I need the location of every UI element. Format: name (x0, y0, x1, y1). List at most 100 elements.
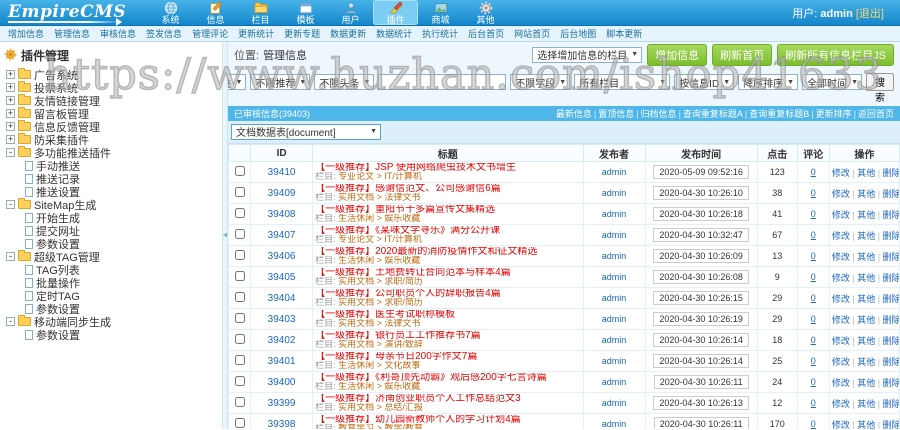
publisher-link[interactable]: admin (602, 272, 627, 282)
filter-select[interactable]: 按信息ID ▼ (674, 74, 735, 90)
category-link[interactable]: 生活休闲 > 娱乐收藏 (338, 256, 420, 265)
row-checkbox[interactable] (234, 228, 245, 239)
category-link[interactable]: 生活休闲 > 文化故事 (338, 361, 420, 370)
comments-link[interactable]: 0 (811, 398, 816, 408)
subnav-link[interactable]: 更新统计 (238, 27, 274, 40)
list-header-link[interactable]: 查询重复标题B (749, 109, 809, 119)
op-link-0[interactable]: 修改 (832, 252, 850, 262)
row-checkbox[interactable] (234, 270, 245, 281)
category-link[interactable]: 实用文档 > 演讲/致辞 (338, 340, 423, 349)
expand-icon[interactable]: + (6, 83, 15, 92)
info-title-link[interactable]: 【一级推荐】幼儿园新教师个人的学习计划4篇 (315, 415, 521, 424)
info-id-link[interactable]: 39398 (268, 419, 296, 430)
subnav-link[interactable]: 后台地图 (560, 27, 596, 40)
op-link-1[interactable]: 其他 (857, 420, 875, 430)
op-link-2[interactable]: 删除 (883, 336, 899, 346)
info-title-link[interactable]: 【一级推荐】济南创业职员个人工作总结范文3 (315, 394, 521, 403)
publisher-link[interactable]: admin (602, 293, 627, 303)
op-link-1[interactable]: 其他 (857, 315, 875, 325)
toolbar-button-2[interactable]: 刷新所有信息栏目JS (777, 43, 894, 66)
category-link[interactable]: 专业论文 > IT/计算机 (338, 172, 422, 181)
op-link-0[interactable]: 修改 (832, 399, 850, 409)
expand-icon[interactable]: + (6, 109, 15, 118)
toolbar-button-0[interactable]: 增加信息 (647, 43, 708, 66)
row-checkbox[interactable] (234, 375, 245, 386)
collapse-icon[interactable]: - (6, 317, 15, 326)
comments-link[interactable]: 0 (811, 188, 816, 198)
row-checkbox[interactable] (234, 396, 245, 407)
info-title-link[interactable]: 【一级推荐】银行员工工作推荐书7篇 (315, 331, 481, 340)
tree-leaf[interactable]: 批量操作 (0, 276, 222, 290)
info-id-link[interactable]: 39409 (268, 188, 296, 199)
info-id-link[interactable]: 39408 (268, 209, 296, 220)
subnav-link[interactable]: 更新专题 (284, 27, 320, 40)
op-link-2[interactable]: 删除 (883, 189, 899, 199)
info-title-link[interactable]: 【一级推荐】公司职员个人的辞职报告4篇 (315, 289, 501, 298)
op-link-1[interactable]: 其他 (857, 399, 875, 409)
tree-leaf[interactable]: 推送记录 (0, 172, 222, 186)
publisher-link[interactable]: admin (602, 188, 627, 198)
comments-link[interactable]: 0 (811, 272, 816, 282)
publisher-link[interactable]: admin (602, 251, 627, 261)
comments-link[interactable]: 0 (811, 167, 816, 177)
subnav-link[interactable]: 审核信息 (100, 27, 136, 40)
comments-link[interactable]: 0 (811, 377, 816, 387)
list-header-link[interactable]: 查询重复标题A (683, 109, 743, 119)
op-link-0[interactable]: 修改 (832, 189, 850, 199)
op-link-0[interactable]: 修改 (832, 273, 850, 283)
top-menu-plugin[interactable]: 插件 (373, 0, 418, 25)
comments-link[interactable]: 0 (811, 230, 816, 240)
filter-select[interactable]: 降序排序 ▼ (738, 74, 799, 90)
op-link-2[interactable]: 删除 (883, 399, 899, 409)
top-menu-mall[interactable]: 商城 (418, 0, 463, 25)
comments-link[interactable]: 0 (811, 251, 816, 261)
logout-link[interactable]: [退出] (856, 8, 884, 20)
category-link[interactable]: 生活休闲 > 娱乐收藏 (338, 214, 420, 223)
subnav-link[interactable]: 后台首页 (468, 27, 504, 40)
subnav-link[interactable]: 管理评论 (192, 27, 228, 40)
op-link-1[interactable]: 其他 (857, 252, 875, 262)
tree-node[interactable]: - SiteMap生成 (0, 198, 222, 212)
filter-select[interactable]: 不限头条 ▼ (314, 74, 375, 90)
info-id-link[interactable]: 39404 (268, 293, 296, 304)
info-title-link[interactable]: 【一级推荐】《利哥顶先动霸》观后感200字七言诗篇 (315, 373, 547, 382)
op-link-2[interactable]: 删除 (883, 315, 899, 325)
op-link-0[interactable]: 修改 (832, 357, 850, 367)
info-id-link[interactable]: 39410 (268, 167, 296, 178)
filter-select[interactable]: 所有栏目 ▼ (574, 74, 671, 90)
category-link[interactable]: 实用文档 > 求职/简历 (338, 298, 423, 307)
op-link-1[interactable]: 其他 (857, 231, 875, 241)
datatable-select[interactable]: 文档数据表[document] ▼ (231, 123, 381, 140)
list-header-link[interactable]: 最新信息 (556, 109, 592, 119)
collapse-icon[interactable]: - (6, 148, 15, 157)
top-menu-gear[interactable]: 其他 (463, 0, 508, 25)
info-title-link[interactable]: 【一级推荐】JSP 使用网络爬虫技术文书增生 (315, 163, 516, 172)
op-link-1[interactable]: 其他 (857, 210, 875, 220)
op-link-0[interactable]: 修改 (832, 378, 850, 388)
info-id-link[interactable]: 39405 (268, 272, 296, 283)
category-link[interactable]: 实用文档 > 法律文书 (338, 193, 420, 202)
subnav-link[interactable]: 脚本更新 (606, 27, 642, 40)
comments-link[interactable]: 0 (811, 209, 816, 219)
op-link-0[interactable]: 修改 (832, 210, 850, 220)
row-checkbox[interactable] (234, 312, 245, 323)
top-menu-folder[interactable]: 栏目 (238, 0, 283, 25)
category-link[interactable]: 生活休闲 > 娱乐收藏 (338, 382, 420, 391)
filter-select[interactable]: 全部时间 ▼ (802, 74, 862, 90)
list-header-link[interactable]: 返回首页 (858, 109, 894, 119)
add-column-select[interactable]: 选择增加信息的栏目 ▼ (532, 46, 643, 63)
publisher-link[interactable]: admin (602, 230, 627, 240)
publisher-link[interactable]: admin (602, 377, 627, 387)
top-menu-globe[interactable]: 系统 (148, 0, 193, 25)
tree-leaf[interactable]: 定时TAG (0, 289, 222, 303)
category-link[interactable]: 实用文档 > 求职/简历 (338, 277, 423, 286)
top-menu-edit[interactable]: 信息 (193, 0, 238, 25)
op-link-1[interactable]: 其他 (857, 357, 875, 367)
list-header-link[interactable]: 归档信息 (641, 109, 677, 119)
comments-link[interactable]: 0 (811, 356, 816, 366)
filter-select[interactable]: 不限推荐 ▼ (250, 74, 311, 90)
comments-link[interactable]: 0 (811, 419, 816, 429)
op-link-0[interactable]: 修改 (832, 168, 850, 178)
subnav-link[interactable]: 管理信息 (54, 27, 90, 40)
subnav-link[interactable]: 增加信息 (8, 27, 44, 40)
